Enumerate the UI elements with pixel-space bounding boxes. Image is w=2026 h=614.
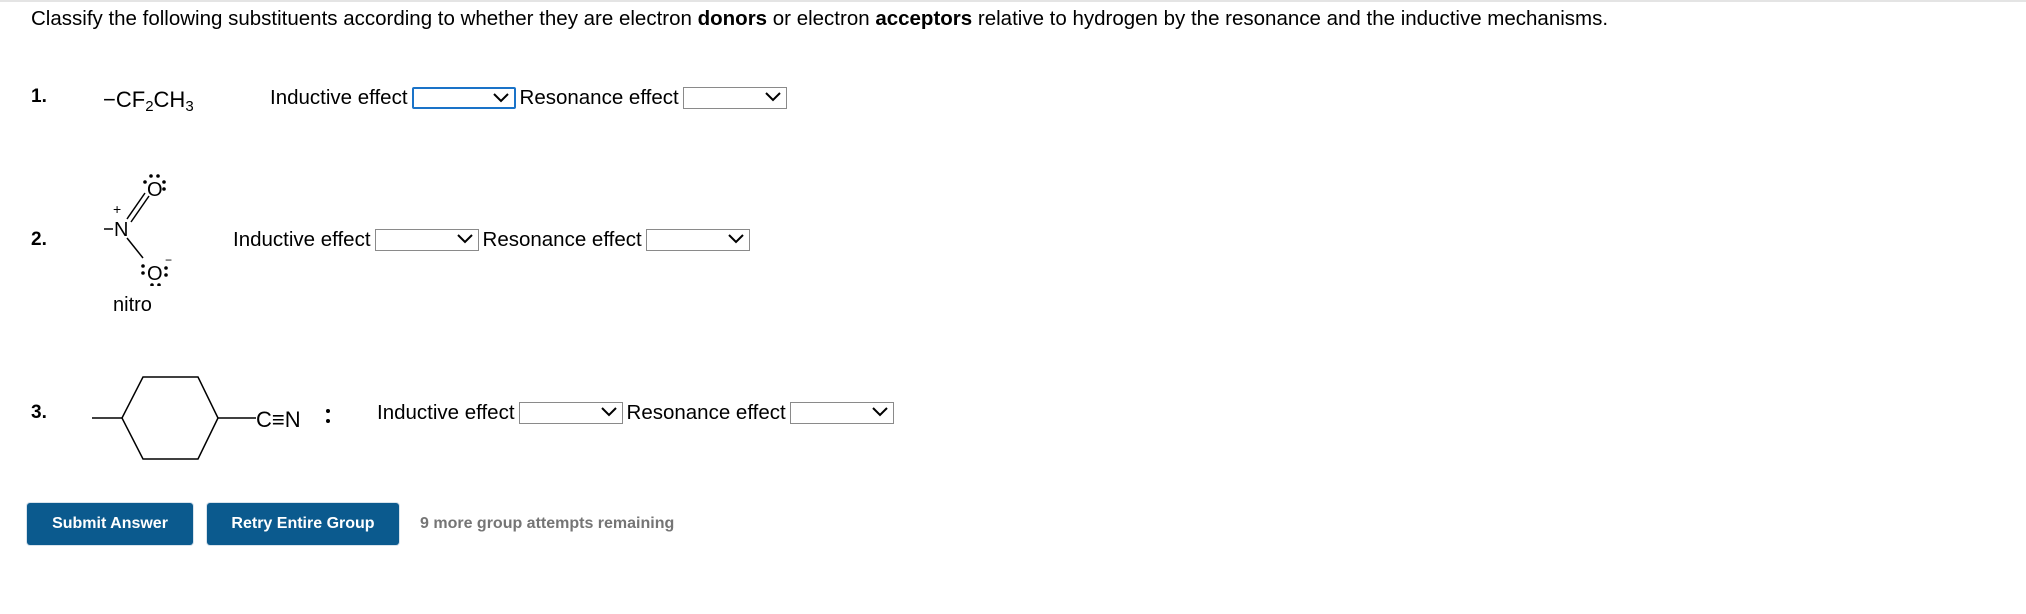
nitrile-group-label: C≡N (256, 407, 301, 432)
resonance-label: Resonance effect (519, 86, 679, 109)
nitro-name: nitro (113, 294, 152, 316)
question-3-resonance-select[interactable] (789, 402, 894, 424)
formula-part: CH (153, 87, 186, 112)
question-3-number: 3. (31, 402, 47, 423)
question-2-row: Inductive effect Resonance effect (233, 228, 754, 252)
inductive-label: Inductive effect (233, 228, 371, 251)
cyclohexyl-nitrile-structure: C≡N (92, 376, 330, 460)
question-1-row: Inductive effect Resonance effect (270, 86, 791, 110)
instructions-donors: donors (697, 7, 768, 30)
chevron-down-icon (871, 407, 888, 417)
oxygen-top-label: O (147, 179, 163, 201)
question-3-row: Inductive effect Resonance effect (377, 401, 898, 425)
nitrogen-label: N (114, 219, 128, 241)
question-1-formula: −CF2CH3 (103, 87, 194, 115)
top-divider (0, 0, 2026, 2)
resonance-label: Resonance effect (626, 401, 786, 424)
resonance-label: Resonance effect (482, 228, 642, 251)
formula-part: CF (115, 87, 146, 112)
bond-dash: − (103, 87, 116, 112)
question-2-number: 2. (31, 229, 47, 250)
retry-entire-group-button[interactable]: Retry Entire Group (207, 503, 399, 545)
question-1-number: 1. (31, 86, 47, 107)
plus-charge: + (113, 201, 121, 217)
inductive-label: Inductive effect (270, 86, 408, 109)
question-2-inductive-select[interactable] (374, 229, 479, 251)
oxygen-bottom-label: O (147, 263, 163, 285)
chevron-down-icon (492, 93, 509, 103)
inductive-label: Inductive effect (377, 401, 515, 424)
chevron-down-icon (764, 92, 781, 102)
chevron-down-icon (727, 234, 744, 244)
chevron-down-icon (456, 234, 473, 244)
instructions-text: Classify the following substituents acco… (31, 4, 1608, 34)
question-3-inductive-select[interactable] (518, 402, 623, 424)
formula-subscript: 3 (185, 98, 194, 115)
question-1-inductive-select[interactable] (411, 87, 516, 109)
minus-charge: − (165, 253, 172, 267)
question-1-resonance-select[interactable] (682, 87, 787, 109)
attempts-remaining-text: 9 more group attempts remaining (420, 515, 675, 532)
question-2-resonance-select[interactable] (645, 229, 750, 251)
instructions-part: or electron (767, 7, 876, 30)
instructions-acceptors: acceptors (875, 7, 973, 30)
chevron-down-icon (600, 407, 617, 417)
instructions-part: Classify the following substituents acco… (31, 7, 698, 30)
formula-subscript: 2 (145, 98, 154, 115)
submit-answer-button[interactable]: Submit Answer (27, 503, 193, 545)
nitro-structure: O + N O − (104, 174, 172, 286)
instructions-part: relative to hydrogen by the resonance an… (972, 7, 1609, 30)
